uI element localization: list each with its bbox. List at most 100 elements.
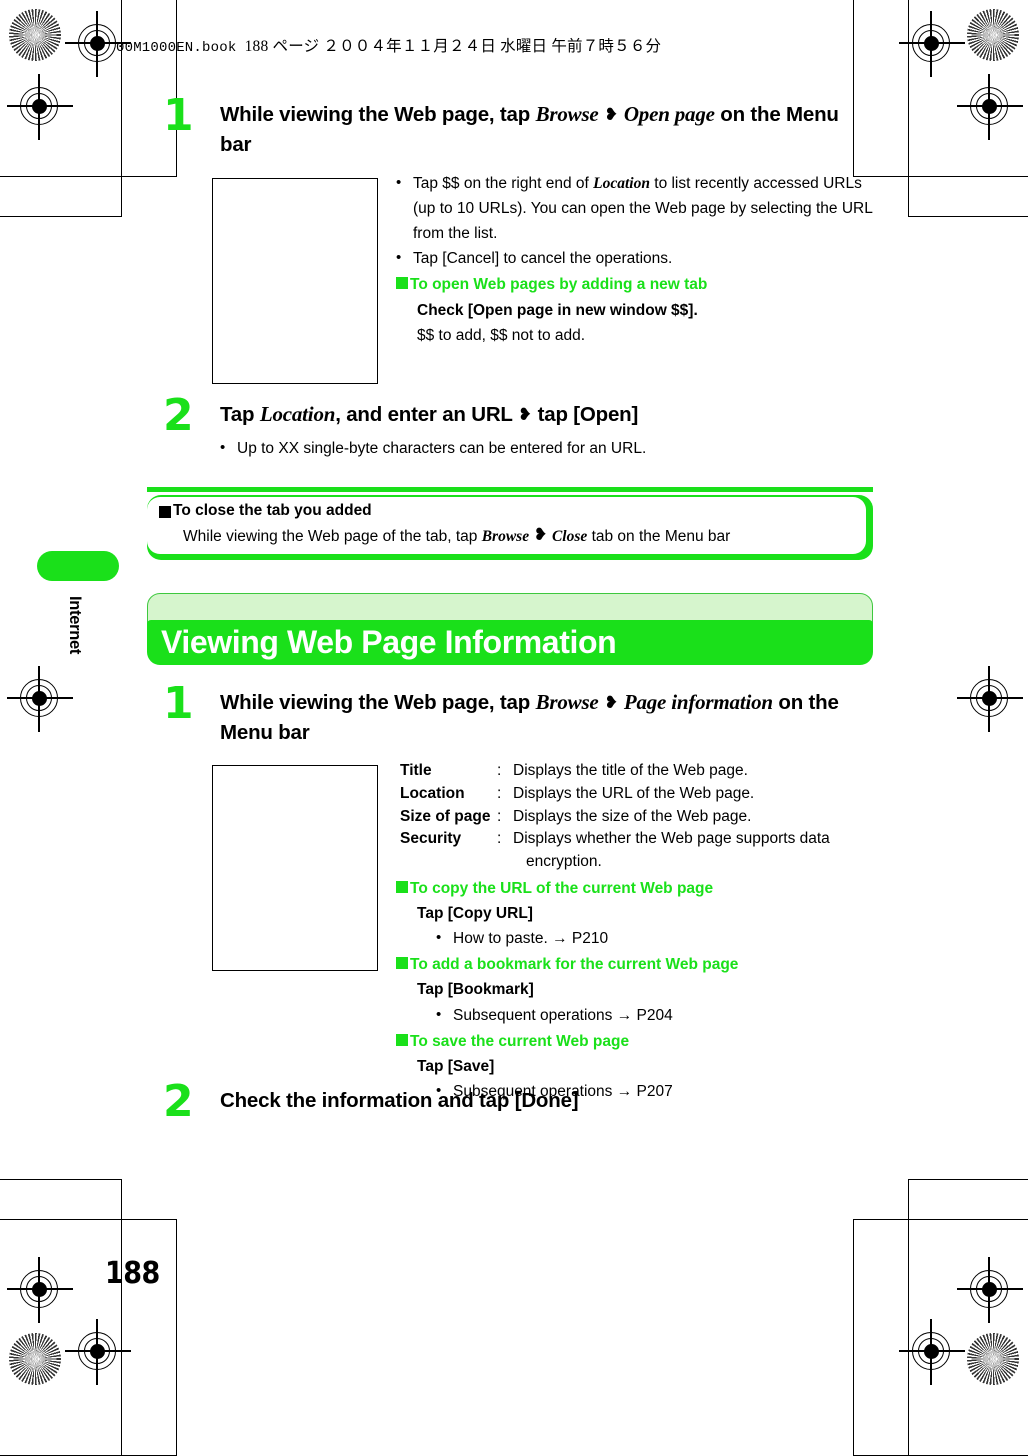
field-name: Security	[400, 830, 462, 848]
bullet-text: Tap [Cancel] to cancel the operations.	[413, 250, 673, 268]
field-description-continued: encryption.	[526, 853, 602, 871]
green-subheading-label: To open Web pages by adding a new tab	[410, 276, 708, 294]
step-title-part1: While viewing the Web page, tap	[220, 103, 536, 126]
table-row: Security : Displays whether the Web page…	[400, 828, 880, 851]
section2-step1: 1 While viewing the Web page, tap Browse…	[163, 682, 875, 747]
step-title-em-location: Location	[259, 402, 336, 426]
starburst-mark-top-right	[967, 9, 1019, 61]
crosshair-mark-top-left-2	[7, 74, 73, 140]
page-canvas: 00M1000EN.book 188 ページ ２００４年１１月２４日 水曜日 午…	[0, 0, 1028, 1456]
green-subheading: To open Web pages by adding a new tab	[396, 272, 876, 297]
green-subheading-label: To copy the URL of the current Web page	[410, 880, 714, 897]
tap-instruction: Tap [Save]	[417, 1057, 495, 1075]
page-ref-arrow-icon: →	[552, 930, 568, 948]
green-subheading-label: To save the current Web page	[410, 1032, 630, 1050]
tap-instruction: Tap [Copy URL]	[417, 905, 533, 923]
starburst-mark-bottom-left	[9, 1333, 61, 1385]
callout-body: While viewing the Web page of the tab, t…	[183, 523, 866, 549]
page-ref-arrow-icon: →	[616, 1006, 633, 1024]
green-square-icon	[396, 1033, 408, 1046]
callout-em-browse: Browse	[481, 528, 530, 545]
field-colon: :	[497, 784, 502, 802]
add-toggle-note: $$ to add, $$ not to add.	[417, 326, 586, 344]
section-title: Viewing Web Page Information	[161, 624, 617, 660]
crosshair-mark-top-right	[899, 11, 965, 77]
crosshair-mark-bottom-right	[899, 1319, 965, 1385]
section1-step2-notes: • Up to XX single-byte characters can be…	[220, 436, 840, 461]
arrow-icon: ❥	[604, 105, 619, 125]
step-title-menu-browse: Browse	[535, 690, 599, 714]
step-title: While viewing the Web page, tap Browse ❥…	[220, 688, 875, 747]
step-title-part3: tap [Open]	[532, 403, 639, 426]
field-name: Title	[400, 762, 432, 779]
step-title-menu-browse: Browse	[535, 102, 599, 126]
slug-filename: 00M1000EN.book	[116, 40, 237, 56]
field-colon: :	[497, 807, 502, 825]
table-row: Title : Displays the title of the Web pa…	[400, 760, 880, 783]
slug-date: 188 ページ ２００４年１１月２４日 水曜日 午前７時５６分	[244, 38, 662, 55]
tip-callout-box: To close the tab you added While viewing…	[147, 487, 873, 560]
bullet-item: • Subsequent operations → P204	[436, 1003, 876, 1028]
step-title: Check the information and tap [Done]	[220, 1089, 579, 1112]
step-title: While viewing the Web page, tap Browse ❥…	[220, 100, 875, 159]
corner-frame-bottom-left-inner	[0, 1179, 122, 1456]
starburst-mark-bottom-right	[967, 1333, 1019, 1385]
crosshair-mark-bottom-left-2	[7, 1257, 73, 1323]
starburst-mark-top-left	[9, 9, 61, 61]
arrow-icon: ❥	[604, 693, 619, 713]
tap-instruction: Tap [Bookmark]	[417, 981, 534, 999]
step-title-menu-openpage: Open page	[623, 102, 715, 126]
callout-body-post: tab on the Menu bar	[587, 528, 731, 545]
crosshair-mark-left-middle	[7, 666, 73, 732]
bullet-dot-icon: •	[396, 174, 402, 191]
field-description: Displays the size of the Web page.	[513, 807, 752, 825]
field-colon: :	[497, 830, 502, 848]
bullet-dot-icon: •	[220, 438, 226, 456]
side-tab-label: Internet	[66, 596, 84, 655]
bullet-text: Tap $$ on the right end of Location to l…	[413, 171, 876, 246]
table-row: Location : Displays the URL of the Web p…	[400, 783, 880, 806]
bullet-dot-icon: •	[436, 1005, 442, 1023]
section2-subsections: To copy the URL of the current Web page …	[396, 875, 876, 1104]
green-square-icon	[396, 957, 408, 970]
callout-top-rule	[147, 487, 873, 492]
callout-inner: To close the tab you added While viewing…	[147, 497, 866, 554]
bullet-item: • How to paste. → P210	[436, 926, 876, 951]
section1-step1-notes: • Tap $$ on the right end of Location to…	[396, 171, 876, 348]
field-name: Location	[400, 784, 465, 802]
callout-shell: To close the tab you added While viewing…	[147, 495, 873, 560]
step-number: 1	[163, 678, 194, 729]
field-name: Size of page	[400, 807, 491, 825]
screenshot-placeholder-2	[212, 765, 378, 971]
section1-step1: 1 While viewing the Web page, tap Browse…	[163, 94, 875, 159]
field-description: Displays whether the Web page supports d…	[513, 830, 830, 848]
arrow-icon: ❥	[533, 525, 548, 545]
callout-heading-label: To close the tab you added	[173, 502, 372, 519]
green-square-icon	[396, 277, 408, 290]
table-row: Size of page : Displays the size of the …	[400, 806, 880, 829]
crosshair-mark-bottom-left	[65, 1319, 131, 1385]
bullet-text: Up to XX single-byte characters can be e…	[237, 439, 647, 457]
side-tab-pill	[37, 551, 119, 581]
bullet-text: How to paste. → P210	[453, 926, 876, 951]
step-number: 2	[163, 390, 194, 441]
bullet-item: • Tap [Cancel] to cancel the operations.	[396, 246, 876, 271]
corner-frame-bottom-right-inner	[908, 1179, 1028, 1456]
page-reference: P210	[567, 930, 609, 948]
field-description: Displays the title of the Web page.	[513, 762, 748, 779]
callout-heading: To close the tab you added	[159, 502, 866, 520]
green-subheading-label: To add a bookmark for the current Web pa…	[410, 956, 739, 974]
green-subheading: To copy the URL of the current Web page	[396, 876, 876, 901]
step-title-part1: Tap	[220, 403, 260, 426]
section1-step2: 2 Tap Location, and enter an URL ❥ tap […	[163, 394, 875, 457]
green-subheading: To add a bookmark for the current Web pa…	[396, 952, 876, 977]
arrow-icon: ❥	[517, 405, 533, 425]
step-title: Tap Location, and enter an URL ❥ tap [Op…	[220, 400, 875, 430]
section-banner: Viewing Web Page Information	[147, 593, 873, 665]
step-number: 2	[163, 1076, 194, 1127]
bullet-text: Subsequent operations → P204	[453, 1003, 876, 1028]
field-description: Displays the URL of the Web page.	[513, 784, 755, 802]
green-subheading: To save the current Web page	[396, 1029, 876, 1054]
bullet-item: • Tap $$ on the right end of Location to…	[396, 171, 876, 246]
black-square-icon	[159, 506, 171, 518]
